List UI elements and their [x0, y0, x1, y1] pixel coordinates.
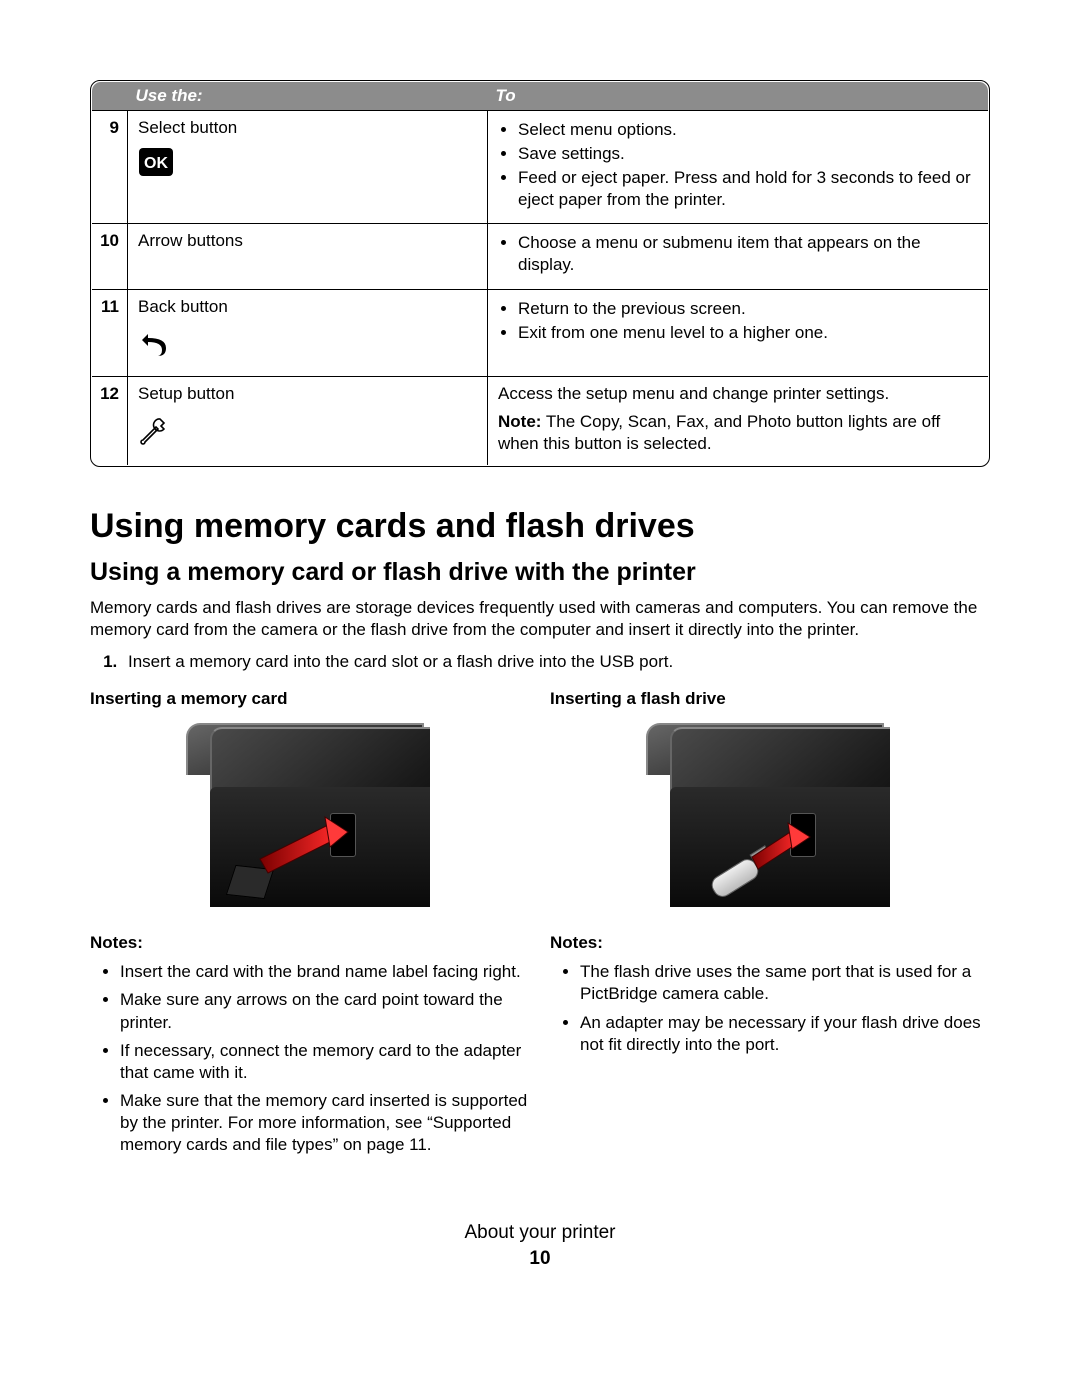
- list-item: The flash drive uses the same port that …: [580, 961, 990, 1005]
- notes-label: Notes:: [550, 933, 990, 953]
- flash-drive-illustration: [640, 717, 900, 917]
- page-footer: About your printer 10: [90, 1222, 990, 1270]
- chapter-title: About your printer: [90, 1222, 990, 1244]
- wrench-icon: [138, 413, 477, 453]
- table-header-num: [92, 82, 128, 111]
- ok-icon: OK: [138, 147, 477, 183]
- step-item: Insert a memory card into the card slot …: [122, 651, 990, 673]
- to-item: Return to the previous screen.: [518, 298, 978, 320]
- list-item: Make sure that the memory card inserted …: [120, 1090, 530, 1156]
- to-item: Exit from one menu level to a higher one…: [518, 322, 978, 344]
- use-label: Select button: [138, 118, 237, 137]
- page-number: 10: [90, 1248, 990, 1270]
- list-item: If necessary, connect the memory card to…: [120, 1040, 530, 1084]
- subsection-heading: Using a memory card or flash drive with …: [90, 558, 990, 587]
- to-item: Choose a menu or submenu item that appea…: [518, 232, 978, 276]
- note-text: The Copy, Scan, Fax, and Photo button li…: [498, 412, 940, 453]
- row-use: Arrow buttons: [128, 224, 488, 289]
- to-item: Feed or eject paper. Press and hold for …: [518, 167, 978, 211]
- list-item: Make sure any arrows on the card point t…: [120, 989, 530, 1033]
- controls-table: Use the: To 9 Select button OK: [91, 81, 989, 466]
- list-item: Insert the card with the brand name labe…: [120, 961, 530, 983]
- row-use: Back button: [128, 289, 488, 376]
- row-num: 10: [92, 224, 128, 289]
- table-header-use: Use the:: [128, 82, 488, 111]
- list-item: An adapter may be necessary if your flas…: [580, 1012, 990, 1056]
- to-text: Access the setup menu and change printer…: [498, 383, 978, 405]
- use-label: Setup button: [138, 384, 234, 403]
- row-to: Select menu options. Save settings. Feed…: [488, 111, 989, 224]
- table-row: 10 Arrow buttons Choose a menu or submen…: [92, 224, 989, 289]
- notes-label: Notes:: [90, 933, 530, 953]
- table-header-to: To: [488, 82, 989, 111]
- row-num: 12: [92, 376, 128, 465]
- table-row: 9 Select button OK Select menu options. …: [92, 111, 989, 224]
- row-use: Setup button: [128, 376, 488, 465]
- notes-list: The flash drive uses the same port that …: [550, 961, 990, 1055]
- row-to: Choose a menu or submenu item that appea…: [488, 224, 989, 289]
- table-row: 12 Setup button Access the setup menu an…: [92, 376, 989, 465]
- column-heading: Inserting a flash drive: [550, 689, 990, 709]
- row-to: Return to the previous screen. Exit from…: [488, 289, 989, 376]
- use-label: Arrow buttons: [138, 231, 243, 250]
- to-note: Note: The Copy, Scan, Fax, and Photo but…: [498, 411, 978, 455]
- intro-paragraph: Memory cards and flash drives are storag…: [90, 597, 990, 641]
- row-num: 11: [92, 289, 128, 376]
- insert-flash-drive-column: Inserting a flash drive: [550, 685, 990, 1162]
- to-item: Save settings.: [518, 143, 978, 165]
- row-num: 9: [92, 111, 128, 224]
- note-label: Note:: [498, 412, 541, 431]
- use-label: Back button: [138, 297, 228, 316]
- row-to: Access the setup menu and change printer…: [488, 376, 989, 465]
- section-heading: Using memory cards and flash drives: [90, 507, 990, 546]
- notes-list: Insert the card with the brand name labe…: [90, 961, 530, 1156]
- steps-list: Insert a memory card into the card slot …: [90, 651, 990, 673]
- controls-table-wrapper: Use the: To 9 Select button OK: [90, 80, 990, 467]
- insert-columns: Inserting a memory card: [90, 685, 990, 1162]
- table-row: 11 Back button Return to the previous sc…: [92, 289, 989, 376]
- memory-card-illustration: [180, 717, 440, 917]
- row-use: Select button OK: [128, 111, 488, 224]
- svg-text:OK: OK: [144, 155, 168, 172]
- insert-memory-card-column: Inserting a memory card: [90, 685, 530, 1162]
- back-icon: [138, 326, 477, 366]
- column-heading: Inserting a memory card: [90, 689, 530, 709]
- to-item: Select menu options.: [518, 119, 978, 141]
